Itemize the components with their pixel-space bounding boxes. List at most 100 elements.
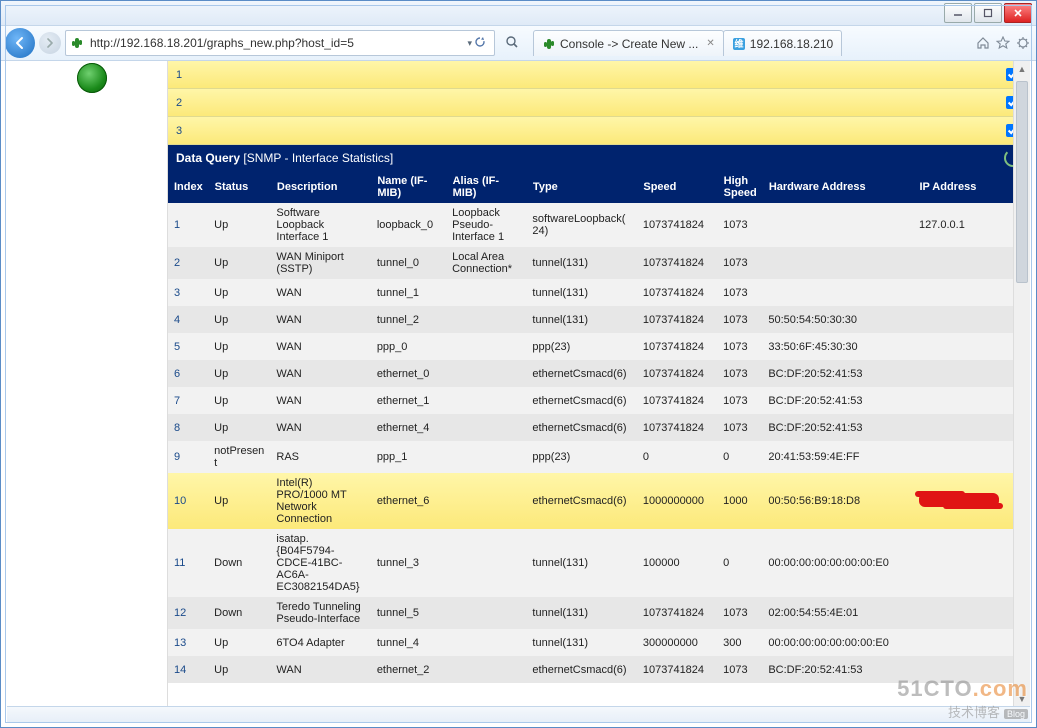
column-header[interactable]: Type: [526, 171, 636, 203]
cell: ppp(23): [526, 333, 636, 360]
row-index-link[interactable]: 2: [174, 257, 180, 269]
row-index-link[interactable]: 11: [174, 557, 185, 569]
svg-text:维: 维: [734, 38, 743, 49]
cell: WAN: [270, 387, 370, 414]
row-index-link[interactable]: 10: [174, 495, 186, 507]
cell: Up: [208, 306, 270, 333]
cell-index: 3: [168, 279, 208, 306]
cell: [446, 387, 526, 414]
row-index-link[interactable]: 3: [174, 287, 180, 299]
row-index-link[interactable]: 14: [174, 664, 186, 676]
table-row[interactable]: 11Downisatap.{B04F5794-CDCE-41BC-AC6A-EC…: [168, 529, 1030, 597]
cell: 1073741824: [637, 414, 717, 441]
graph-template-index[interactable]: 2: [176, 97, 182, 109]
tab-console[interactable]: Console -> Create New ... ✕: [533, 30, 724, 56]
table-row[interactable]: 2UpWAN Miniport (SSTP)tunnel_0Local Area…: [168, 247, 1030, 279]
cell: [446, 441, 526, 473]
cell: 100000: [637, 529, 717, 597]
cell: 1073: [717, 597, 762, 629]
table-row[interactable]: 14UpWANethernet_2ethernetCsmacd(6)107374…: [168, 656, 1030, 683]
graph-template-index[interactable]: 3: [176, 125, 182, 137]
table-row[interactable]: 6UpWANethernet_0ethernetCsmacd(6)1073741…: [168, 360, 1030, 387]
table-row[interactable]: 9notPresentRASppp_1ppp(23)0020:41:53:59:…: [168, 441, 1030, 473]
table-row[interactable]: 1UpSoftware Loopback Interface 1loopback…: [168, 203, 1030, 247]
url-input[interactable]: [88, 35, 459, 51]
cell: [913, 629, 1003, 656]
minimize-button[interactable]: [944, 3, 972, 23]
row-index-link[interactable]: 8: [174, 422, 180, 434]
column-header[interactable]: Hardware Address: [762, 171, 913, 203]
graph-template-index[interactable]: 1: [176, 69, 182, 81]
table-row[interactable]: 5UpWANppp_0ppp(23)1073741824107333:50:6F…: [168, 333, 1030, 360]
cell: tunnel(131): [526, 306, 636, 333]
cell: [913, 656, 1003, 683]
maximize-button[interactable]: [974, 3, 1002, 23]
address-bar[interactable]: ▾: [65, 30, 495, 56]
cell: notPresent: [208, 441, 270, 473]
row-index-link[interactable]: 1: [174, 219, 180, 231]
row-index-link[interactable]: 5: [174, 341, 180, 353]
cell: 1073: [717, 360, 762, 387]
column-header[interactable]: Name (IF-MIB): [371, 171, 446, 203]
column-header[interactable]: Index: [168, 171, 208, 203]
graph-template-row[interactable]: 1: [168, 61, 1030, 89]
dropdown-icon[interactable]: ▾: [467, 38, 472, 49]
graph-template-row[interactable]: 3: [168, 117, 1030, 145]
home-icon[interactable]: [974, 34, 992, 52]
nav-forward-button[interactable]: [39, 32, 61, 54]
tools-icon[interactable]: [1014, 34, 1032, 52]
cell: [446, 279, 526, 306]
table-row[interactable]: 8UpWANethernet_4ethernetCsmacd(6)1073741…: [168, 414, 1030, 441]
cell: [913, 360, 1003, 387]
table-row[interactable]: 4UpWANtunnel_2tunnel(131)107374182410735…: [168, 306, 1030, 333]
column-header[interactable]: IP Address: [913, 171, 1003, 203]
column-header[interactable]: Speed: [637, 171, 717, 203]
table-row[interactable]: 12DownTeredo Tunneling Pseudo-Interfacet…: [168, 597, 1030, 629]
cell: WAN: [270, 333, 370, 360]
row-index-link[interactable]: 7: [174, 395, 180, 407]
table-row[interactable]: 3UpWANtunnel_1tunnel(131)10737418241073: [168, 279, 1030, 306]
cell: 1073: [717, 279, 762, 306]
cell: Local Area Connection*: [446, 247, 526, 279]
table-row[interactable]: 10UpIntel(R) PRO/1000 MT Network Connect…: [168, 473, 1030, 529]
column-header[interactable]: Description: [270, 171, 370, 203]
tab-close-icon[interactable]: ✕: [706, 38, 714, 49]
navigation-bar: ▾ Console -> Create New ... ✕ 维 192.168.…: [1, 26, 1036, 61]
nav-back-button[interactable]: [5, 28, 35, 58]
cell: 1073741824: [637, 387, 717, 414]
scroll-thumb[interactable]: [1016, 81, 1028, 283]
row-index-link[interactable]: 12: [174, 607, 186, 619]
column-header[interactable]: Alias (IF-MIB): [446, 171, 526, 203]
cell: isatap.{B04F5794-CDCE-41BC-AC6A-EC308215…: [270, 529, 370, 597]
row-index-link[interactable]: 6: [174, 368, 180, 380]
tab-192[interactable]: 维 192.168.18.210: [723, 30, 842, 56]
cell: 1000: [717, 473, 762, 529]
tab-strip: Console -> Create New ... ✕ 维 192.168.18…: [533, 30, 970, 56]
row-index-link[interactable]: 13: [174, 637, 186, 649]
cell-index: 11: [168, 529, 208, 597]
column-header[interactable]: High Speed: [717, 171, 762, 203]
row-index-link[interactable]: 9: [174, 451, 180, 463]
scroll-up-icon[interactable]: ▲: [1014, 61, 1030, 77]
refresh-icon[interactable]: [474, 36, 486, 51]
table-row[interactable]: 13Up6TO4 Adaptertunnel_4tunnel(131)30000…: [168, 629, 1030, 656]
cell-index: 5: [168, 333, 208, 360]
cell: BC:DF:20:52:41:53: [762, 387, 913, 414]
vertical-scrollbar[interactable]: ▲ ▼: [1013, 61, 1030, 707]
cell: WAN: [270, 306, 370, 333]
cell: [446, 597, 526, 629]
row-index-link[interactable]: 4: [174, 314, 180, 326]
close-button[interactable]: [1004, 3, 1032, 23]
cell: ethernet_1: [371, 387, 446, 414]
column-header[interactable]: Status: [208, 171, 270, 203]
cell: RAS: [270, 441, 370, 473]
cell: [446, 629, 526, 656]
cell: [913, 306, 1003, 333]
favorites-icon[interactable]: [994, 34, 1012, 52]
cell: 1073741824: [637, 203, 717, 247]
cell: tunnel_3: [371, 529, 446, 597]
scroll-down-icon[interactable]: ▼: [1014, 691, 1030, 707]
graph-template-row[interactable]: 2: [168, 89, 1030, 117]
table-row[interactable]: 7UpWANethernet_1ethernetCsmacd(6)1073741…: [168, 387, 1030, 414]
search-icon[interactable]: [499, 35, 525, 52]
